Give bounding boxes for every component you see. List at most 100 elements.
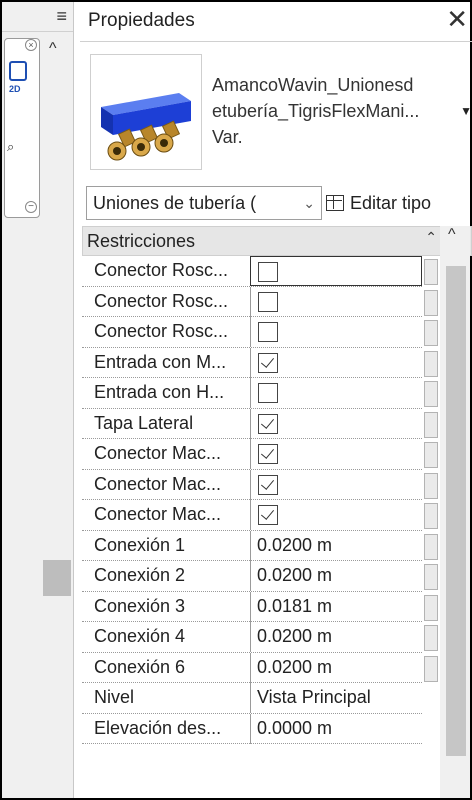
navigation-bar: × 2D ⌕ −	[4, 38, 40, 218]
family-type-line-1: AmancoWavin_Unionesd	[212, 75, 414, 95]
property-name: Conexión 3	[94, 595, 186, 616]
type-selector[interactable]: AmancoWavin_Unionesd etubería_TigrisFlex…	[80, 46, 472, 176]
property-name: Conexión 2	[94, 565, 186, 585]
property-value: 0.0200 m	[257, 534, 333, 555]
scrollbar-thumb[interactable]	[446, 266, 466, 756]
property-value-cell[interactable]	[250, 256, 422, 286]
minimize-icon[interactable]: −	[25, 201, 37, 213]
associate-parameter-button[interactable]	[424, 472, 438, 499]
property-row[interactable]: Conector Rosc...	[82, 286, 438, 317]
associate-parameter-button[interactable]	[424, 320, 438, 346]
property-row[interactable]: Conector Rosc...	[82, 317, 438, 348]
close-button[interactable]: ✕	[446, 4, 468, 35]
edit-type-icon	[326, 195, 344, 211]
property-checkbox[interactable]	[258, 505, 278, 525]
associate-parameter-button[interactable]	[424, 533, 438, 560]
property-value: 0.0181 m	[257, 595, 333, 616]
property-value-cell[interactable]	[250, 286, 422, 317]
associate-parameter-button[interactable]	[424, 259, 438, 285]
associate-parameter-button[interactable]	[424, 564, 438, 590]
property-checkbox[interactable]	[258, 352, 278, 373]
property-checkbox[interactable]	[258, 262, 278, 282]
property-name: Conector Rosc...	[94, 321, 229, 341]
property-value-cell[interactable]: Vista Principal	[250, 683, 422, 713]
property-value-cell[interactable]	[250, 378, 422, 408]
left-strip-header: ≡	[2, 2, 73, 32]
property-row[interactable]: Conector Mac...	[82, 469, 438, 500]
family-type-line-2: etubería_TigrisFlexMani...	[212, 101, 420, 121]
left-scrollbar-thumb[interactable]	[43, 560, 71, 596]
associate-parameter-button[interactable]	[424, 594, 438, 621]
properties-scrollbar[interactable]: ^	[440, 226, 470, 798]
property-row[interactable]: Entrada con M...	[82, 347, 438, 378]
section-header-restricciones[interactable]: Restricciones ⌃	[82, 226, 472, 256]
hamburger-icon[interactable]: ≡	[56, 6, 67, 27]
property-row[interactable]: Conector Mac...	[82, 439, 438, 470]
property-value-cell[interactable]: 0.0000 m	[250, 713, 422, 744]
chevron-down-icon[interactable]: ▼	[460, 104, 472, 118]
property-value-cell[interactable]	[250, 500, 422, 530]
chevron-up-icon[interactable]: ^	[49, 40, 57, 58]
associate-parameter-button[interactable]	[424, 411, 438, 438]
associate-parameter-button[interactable]	[424, 381, 438, 407]
property-row[interactable]: Conector Rosc...	[82, 256, 438, 287]
property-row[interactable]: Conexión 4 0.0200 m	[82, 622, 438, 653]
family-type-line-3: Var.	[212, 127, 243, 147]
associate-parameter-button[interactable]	[424, 350, 438, 377]
properties-grid: Restricciones ⌃ Conector Rosc... Conector…	[82, 226, 472, 798]
category-filter-dropdown[interactable]: Uniones de tubería ( ⌄	[86, 186, 322, 220]
property-value: Vista Principal	[257, 687, 371, 707]
property-value-cell[interactable]: 0.0200 m	[250, 652, 422, 683]
manifold-thumbnail-icon	[90, 54, 202, 170]
property-name: Tapa Lateral	[94, 412, 194, 433]
property-checkbox[interactable]	[258, 291, 278, 312]
property-value-cell[interactable]	[250, 469, 422, 500]
property-value-cell[interactable]	[250, 317, 422, 347]
view-cube-icon[interactable]	[9, 61, 27, 81]
property-row[interactable]: Entrada con H...	[82, 378, 438, 409]
property-row[interactable]: Conector Mac...	[82, 500, 438, 531]
property-row[interactable]: Elevación des... 0.0000 m	[82, 713, 422, 744]
property-value: 0.0200 m	[257, 565, 333, 585]
property-row[interactable]: Nivel Vista Principal	[82, 683, 422, 714]
associate-parameter-button[interactable]	[424, 289, 438, 316]
associate-parameter-button[interactable]	[424, 503, 438, 529]
property-checkbox[interactable]	[258, 444, 278, 464]
scroll-up-icon[interactable]: ^	[448, 226, 456, 244]
property-row[interactable]: Conexión 1 0.0200 m	[82, 530, 438, 561]
family-type-name: AmancoWavin_Unionesd etubería_TigrisFlex…	[212, 72, 452, 150]
property-value-cell[interactable]: 0.0200 m	[250, 622, 422, 652]
property-value-cell[interactable]: 0.0200 m	[250, 530, 422, 561]
property-checkbox[interactable]	[258, 383, 278, 403]
property-name: Conector Rosc...	[94, 260, 229, 280]
property-row[interactable]: Conexión 6 0.0200 m	[82, 652, 438, 683]
associate-parameter-button[interactable]	[424, 625, 438, 651]
property-checkbox[interactable]	[258, 322, 278, 342]
property-name: Conexión 4	[94, 626, 186, 646]
nav-2d-label[interactable]: 2D	[9, 84, 21, 94]
double-chevron-up-icon[interactable]: ⌃	[425, 229, 437, 246]
associate-parameter-button[interactable]	[424, 655, 438, 682]
property-value-cell[interactable]	[250, 439, 422, 469]
property-value-cell[interactable]: 0.0181 m	[250, 591, 422, 622]
property-row[interactable]: Conexión 3 0.0181 m	[82, 591, 438, 622]
close-icon[interactable]: ×	[25, 39, 37, 51]
zoom-icon[interactable]: ⌕	[7, 139, 14, 155]
property-row[interactable]: Tapa Lateral	[82, 408, 438, 439]
property-value-cell[interactable]	[250, 347, 422, 378]
edit-type-button[interactable]: Editar tipo	[326, 186, 431, 220]
property-value-cell[interactable]	[250, 408, 422, 439]
property-value: 0.0200 m	[257, 656, 333, 677]
properties-panel: Propiedades ✕ AmancoWavin_Unionesd etube…	[80, 2, 472, 798]
property-name: Entrada con H...	[94, 382, 225, 402]
property-value-cell[interactable]: 0.0200 m	[250, 561, 422, 591]
category-filter-value: Uniones de tubería (	[93, 193, 257, 213]
properties-window: ≡ × 2D ⌕ − ^ Propiedades ✕ AmancoWavin_U…	[0, 0, 472, 800]
panel-title-bar: Propiedades ✕	[80, 2, 472, 42]
property-row[interactable]: Conexión 2 0.0200 m	[82, 561, 438, 592]
associate-parameter-button[interactable]	[424, 442, 438, 468]
property-checkbox[interactable]	[258, 474, 278, 495]
property-name: Elevación des...	[94, 717, 222, 738]
property-checkbox[interactable]	[258, 413, 278, 434]
property-name: Conector Mac...	[94, 443, 222, 463]
